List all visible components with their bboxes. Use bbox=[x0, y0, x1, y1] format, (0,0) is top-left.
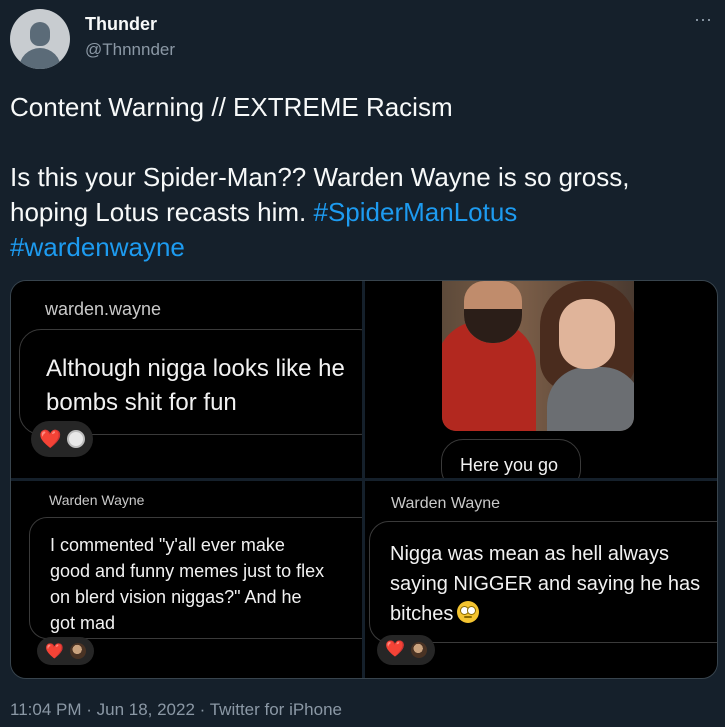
hashtag-wardenwayne[interactable]: #wardenwayne bbox=[10, 232, 185, 262]
hashtag-spidermanlotus[interactable]: #SpiderManLotus bbox=[314, 197, 518, 227]
media-image-1[interactable]: warden.wayne Although nigga looks like h… bbox=[11, 281, 362, 478]
couple-photo bbox=[442, 281, 634, 431]
dm-message-text: I commented "y'all ever make good and fu… bbox=[50, 535, 325, 633]
dm-sender-name: warden.wayne bbox=[45, 299, 162, 319]
dm-message-text: Nigga was mean as hell always saying NIG… bbox=[390, 543, 701, 625]
media-grid[interactable]: warden.wayne Although nigga looks like h… bbox=[10, 280, 718, 679]
media-image-2[interactable]: Here you go bbox=[365, 281, 717, 478]
tweet-line-text: hoping Lotus recasts him. bbox=[10, 197, 314, 227]
reactor-avatar-icon bbox=[67, 430, 86, 448]
author-name[interactable]: Thunder bbox=[85, 14, 157, 35]
dm-sender-name: Warden Wayne bbox=[391, 495, 501, 512]
heart-icon: ❤️ bbox=[39, 429, 62, 449]
tweet-text: Content Warning // EXTREME Racism Is thi… bbox=[10, 90, 710, 265]
reactor-avatar-icon bbox=[410, 642, 427, 658]
reaction-pill: ❤️ bbox=[37, 637, 94, 665]
author-avatar[interactable] bbox=[10, 9, 70, 69]
photo-woman-top bbox=[547, 367, 634, 431]
author-handle[interactable]: @Thnnnder bbox=[85, 40, 175, 60]
more-options-icon[interactable]: ⋯ bbox=[694, 10, 713, 31]
reactor-avatar-icon bbox=[69, 643, 86, 659]
heart-icon: ❤️ bbox=[385, 641, 405, 658]
dm-reply-text: Here you go bbox=[460, 455, 559, 475]
dm-message-bubble: I commented "y'all ever make good and fu… bbox=[29, 517, 362, 639]
tweet-line-hashtag: #wardenwayne bbox=[10, 230, 710, 265]
tweet-line-body-2: hoping Lotus recasts him. #SpiderManLotu… bbox=[10, 195, 710, 230]
tweet-line-warning: Content Warning // EXTREME Racism bbox=[10, 92, 453, 122]
dm-message-bubble: Nigga was mean as hell always saying NIG… bbox=[369, 521, 717, 643]
reaction-pill: ❤️ bbox=[31, 421, 94, 457]
default-avatar-icon bbox=[30, 22, 50, 46]
default-avatar-body bbox=[19, 48, 61, 69]
reaction-pill: ❤️ bbox=[377, 635, 435, 665]
heart-icon: ❤️ bbox=[45, 642, 64, 660]
media-image-4[interactable]: Warden Wayne Nigga was mean as hell alwa… bbox=[365, 481, 717, 678]
tweet-line-body: Is this your Spider-Man?? Warden Wayne i… bbox=[10, 162, 630, 192]
media-image-3[interactable]: Warden Wayne I commented "y'all ever mak… bbox=[11, 481, 362, 678]
dm-sender-name: Warden Wayne bbox=[49, 492, 145, 508]
eye-roll-emoji-icon bbox=[457, 601, 480, 623]
dm-message-bubble: Although nigga looks like he bombs shit … bbox=[19, 329, 362, 435]
dm-reply-bubble: Here you go bbox=[441, 439, 581, 478]
dm-message-text: Although nigga looks like he bombs shit … bbox=[46, 355, 345, 416]
tweet-timestamp[interactable]: 11:04 PM · Jun 18, 2022 · Twitter for iP… bbox=[10, 700, 342, 720]
photo-woman-face bbox=[559, 299, 615, 369]
dm-message-content: Nigga was mean as hell always saying NIG… bbox=[390, 539, 700, 629]
